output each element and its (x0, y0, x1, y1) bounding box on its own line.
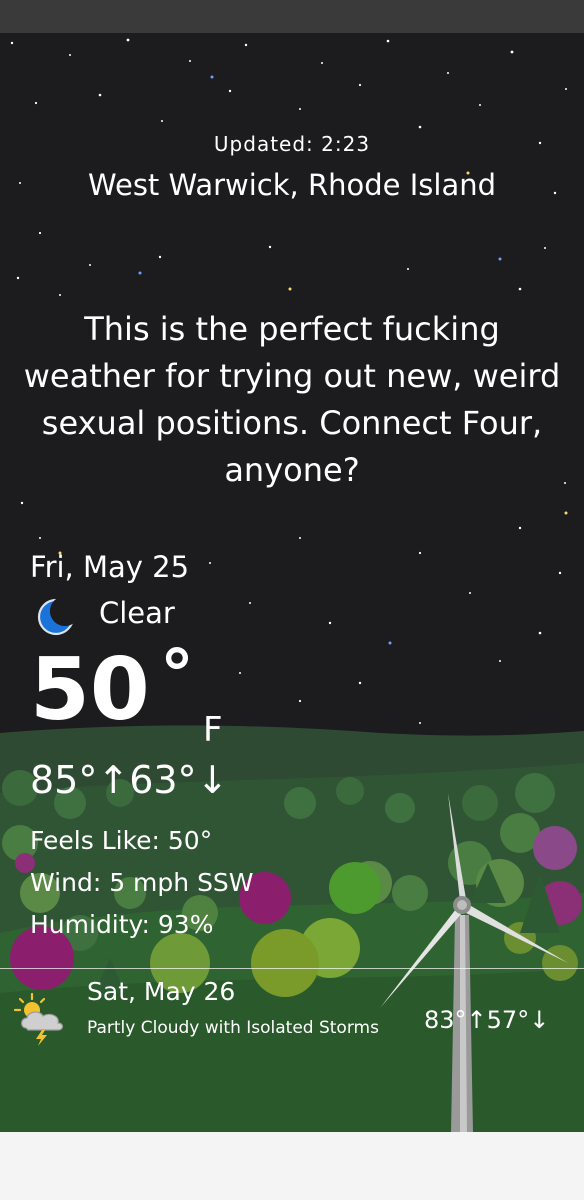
weather-app-screen: Updated: 2:23 West Warwick, Rhode Island… (0, 0, 584, 1200)
weather-quip: This is the perfect fucking weather for … (23, 310, 561, 489)
feels-like: Feels Like: 50° (30, 826, 213, 855)
status-bar (0, 0, 584, 33)
forecast-condition: Partly Cloudy with Isolated Storms (87, 1018, 379, 1038)
forecast-date: Sat, May 26 (87, 977, 236, 1006)
forecast-divider (0, 968, 584, 969)
location-name[interactable]: West Warwick, Rhode Island (0, 168, 584, 202)
weather-background: Updated: 2:23 West Warwick, Rhode Island… (0, 33, 584, 1133)
moon-icon (37, 597, 76, 636)
current-temperature: 50 (30, 640, 150, 740)
updated-time: Updated: 2:23 (213, 132, 371, 156)
degree-symbol: ° (160, 636, 194, 715)
current-condition: Clear (99, 596, 175, 630)
current-date: Fri, May 25 (30, 550, 190, 584)
wind-speed: Wind: 5 mph SSW (30, 868, 254, 897)
bottom-area (0, 1132, 584, 1200)
partly-cloudy-storm-icon (13, 992, 64, 1046)
humidity: Humidity: 93% (30, 910, 214, 939)
forecast-high-low: 83°↑57°↓ (424, 1006, 550, 1034)
temperature-unit[interactable]: F (203, 710, 223, 750)
high-low-temperature: 85°↑63°↓ (30, 758, 229, 802)
